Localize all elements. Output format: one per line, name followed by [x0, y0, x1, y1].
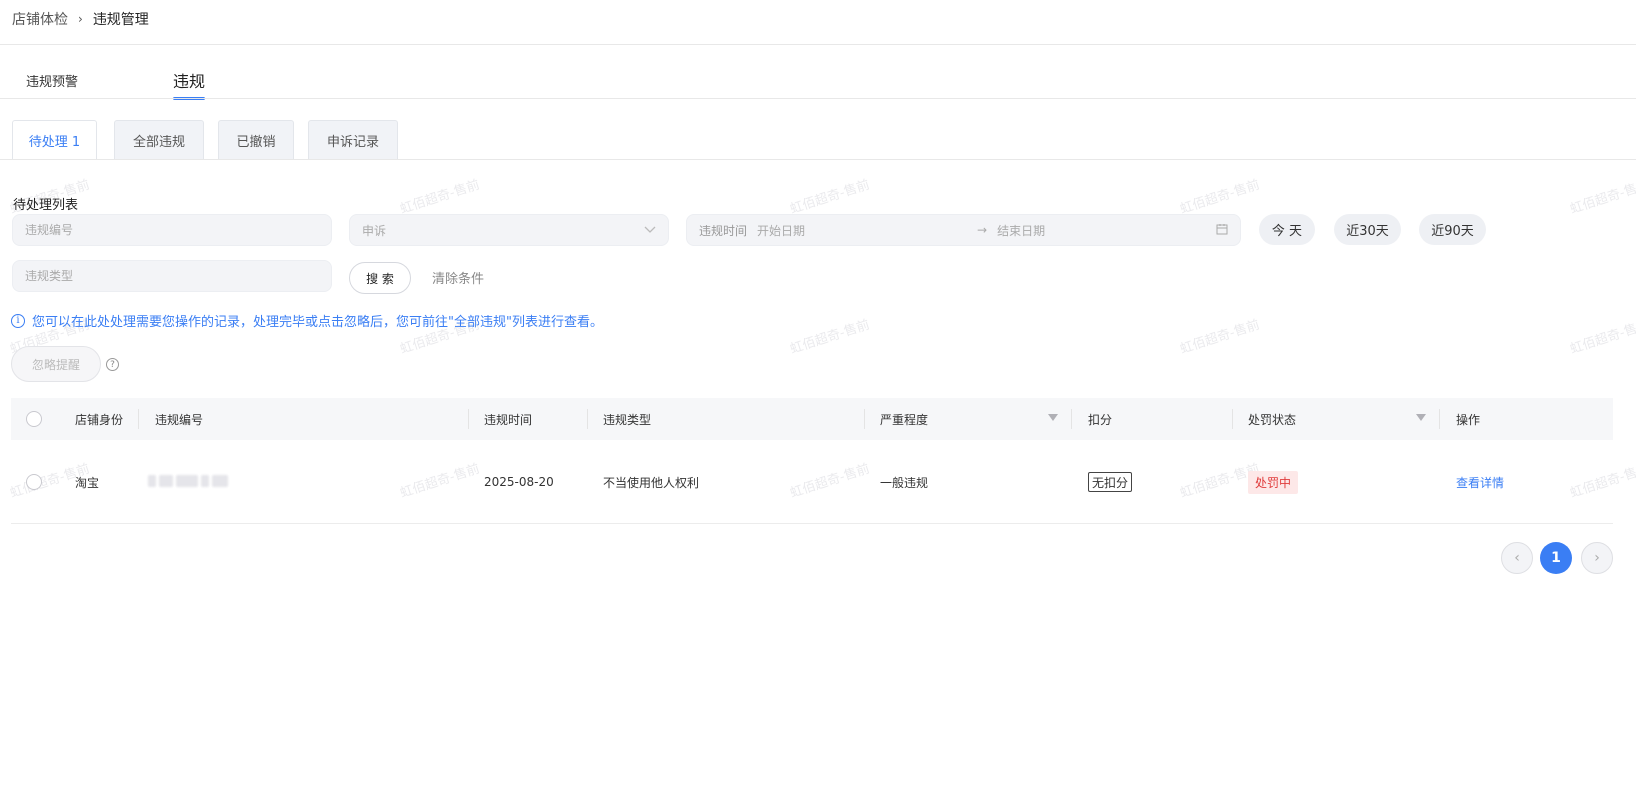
clear-filters-button[interactable]: 清除条件: [432, 268, 484, 287]
subtabs-divider: [0, 159, 1636, 160]
tab-violation-warning[interactable]: 违规预警: [26, 71, 78, 90]
status-filter-icon[interactable]: [1416, 414, 1426, 421]
ignore-reminder-button[interactable]: 忽略提醒: [11, 346, 101, 382]
watermark: 虹佰超奇-售前: [1568, 177, 1636, 218]
header-violation-id: 违规编号: [155, 412, 204, 427]
row-divider: [11, 523, 1613, 524]
header-severity: 严重程度: [880, 412, 929, 427]
table-header: 店铺身份 违规编号 违规时间 违规类型 严重程度 扣分 处罚状态 操作: [11, 398, 1613, 440]
chevron-down-icon: [644, 223, 656, 237]
cell-deduction-badge: 无扣分: [1088, 472, 1133, 492]
violation-id-field: [12, 214, 332, 246]
column-divider: [587, 409, 588, 429]
appeal-select-value: 申诉: [362, 223, 387, 238]
row-checkbox[interactable]: [26, 474, 42, 490]
pagination-next-button[interactable]: ›: [1581, 542, 1613, 574]
cell-violation-type: 不当使用他人权利: [603, 475, 700, 490]
pagination-prev-button[interactable]: ‹: [1501, 542, 1533, 574]
column-divider: [1439, 409, 1440, 429]
column-divider: [1232, 409, 1233, 429]
end-date-input[interactable]: 结束日期: [997, 222, 1045, 239]
violation-time-range[interactable]: 违规时间 开始日期 → 结束日期: [686, 214, 1241, 246]
view-details-link[interactable]: 查看详情: [1456, 472, 1504, 492]
header-action: 操作: [1456, 412, 1481, 427]
subtab-pending[interactable]: 待处理 1: [12, 120, 97, 160]
help-icon[interactable]: ?: [106, 358, 119, 371]
header-penalty-status: 处罚状态: [1248, 412, 1297, 427]
breadcrumb: 店铺体检 › 违规管理: [12, 9, 149, 29]
watermark: 虹佰超奇-售前: [398, 177, 482, 218]
watermark: 虹佰超奇-售前: [1178, 317, 1262, 358]
severity-filter-icon[interactable]: [1048, 414, 1058, 421]
header-deduction: 扣分: [1088, 412, 1113, 427]
watermark: 虹佰超奇-售前: [1178, 177, 1262, 218]
calendar-icon: [1216, 223, 1228, 238]
quick-range-30days[interactable]: 近30天: [1334, 214, 1401, 245]
violation-time-label: 违规时间: [699, 223, 748, 238]
search-button[interactable]: 搜 索: [349, 262, 411, 294]
tab-violation[interactable]: 违规: [173, 68, 206, 100]
watermark: 虹佰超奇-售前: [1568, 317, 1636, 358]
quick-range-90days[interactable]: 近90天: [1419, 214, 1486, 245]
column-divider: [1071, 409, 1072, 429]
watermark: 虹佰超奇-售前: [788, 317, 872, 358]
column-divider: [468, 409, 469, 429]
subtab-revoked[interactable]: 已撤销: [218, 120, 294, 160]
breadcrumb-parent[interactable]: 店铺体检: [12, 9, 68, 29]
select-all-checkbox[interactable]: [26, 411, 42, 427]
breadcrumb-current: 违规管理: [92, 12, 149, 28]
cell-violation-id-redacted: [148, 473, 230, 489]
tabs-divider: [0, 98, 1636, 99]
violation-type-field: [12, 260, 332, 292]
breadcrumb-chevron-icon: ›: [78, 12, 83, 26]
quick-range-today[interactable]: 今 天: [1259, 214, 1315, 245]
header-violation-time: 违规时间: [484, 412, 533, 427]
watermark: 虹佰超奇-售前: [398, 461, 482, 502]
watermark: 虹佰超奇-售前: [788, 461, 872, 502]
info-icon: i: [11, 313, 25, 328]
info-message: i 您可以在此处处理需要您操作的记录，处理完毕或点击忽略后，您可前往"全部违规"…: [11, 311, 603, 330]
appeal-select[interactable]: 申诉: [349, 214, 669, 246]
subtab-all-violations[interactable]: 全部违规: [114, 120, 204, 160]
cell-severity: 一般违规: [880, 475, 929, 490]
info-text: 您可以在此处处理需要您操作的记录，处理完毕或点击忽略后，您可前往"全部违规"列表…: [32, 315, 603, 330]
cell-violation-time: 2025-08-20: [484, 475, 554, 489]
subtab-appeal-records[interactable]: 申诉记录: [308, 120, 398, 160]
column-divider: [864, 409, 865, 429]
violation-type-input[interactable]: [25, 269, 319, 283]
status-badge: 处罚中: [1248, 471, 1299, 494]
watermark: 虹佰超奇-售前: [1568, 461, 1636, 502]
range-arrow-icon: →: [977, 223, 988, 237]
section-title: 待处理列表: [13, 198, 79, 213]
header-violation-type: 违规类型: [603, 412, 652, 427]
violation-id-input[interactable]: [25, 223, 319, 237]
column-divider: [138, 409, 139, 429]
cell-shop-identity: 淘宝: [75, 475, 100, 490]
pagination-page-1[interactable]: 1: [1540, 542, 1572, 574]
header-shop-identity: 店铺身份: [75, 412, 124, 427]
header-divider: [0, 44, 1636, 45]
start-date-input[interactable]: 开始日期: [757, 222, 967, 239]
watermark: 虹佰超奇-售前: [788, 177, 872, 218]
